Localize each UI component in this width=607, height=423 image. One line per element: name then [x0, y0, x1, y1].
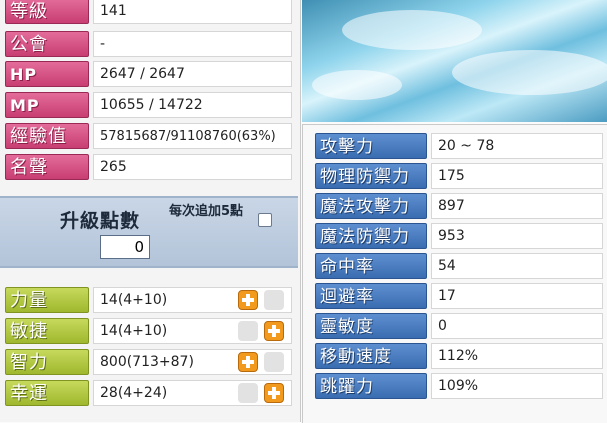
exp-label: 經驗值	[5, 123, 89, 149]
fame-row: 名聲 265	[0, 154, 294, 182]
str-row: 力量 14(4+10)	[0, 287, 294, 315]
attack-row: 攻擊力 20 ~ 78	[311, 133, 603, 161]
level-row: 等級 141	[0, 0, 294, 26]
fame-label: 名聲	[5, 154, 89, 180]
str-value: 14(4+10)	[93, 287, 292, 313]
speed-value: 112%	[431, 343, 603, 369]
level-up-points-value: 0	[100, 235, 150, 259]
guild-row: 公會 -	[0, 31, 294, 59]
guild-value: -	[93, 31, 292, 57]
dex-plus-icon[interactable]	[264, 321, 284, 341]
auto-add-checkbox[interactable]	[258, 213, 272, 227]
mp-label: MP	[5, 92, 89, 118]
agility-row: 靈敏度 0	[311, 313, 603, 341]
magic-def-row: 魔法防禦力 953	[311, 223, 603, 251]
exp-row: 經驗值 57815687/91108760(63%)	[0, 123, 294, 151]
mp-value: 10655 / 14722	[93, 92, 292, 118]
accuracy-row: 命中率 54	[311, 253, 603, 281]
speed-row: 移動速度 112%	[311, 343, 603, 371]
attack-value: 20 ~ 78	[431, 133, 603, 159]
str-plus-icon[interactable]	[238, 290, 258, 310]
exp-value: 57815687/91108760(63%)	[93, 123, 292, 149]
speed-label: 移動速度	[315, 343, 427, 369]
agility-value: 0	[431, 313, 603, 339]
dex-value: 14(4+10)	[93, 318, 292, 344]
accuracy-value: 54	[431, 253, 603, 279]
phys-def-row: 物理防禦力 175	[311, 163, 603, 191]
luk-row: 幸運 28(4+24)	[0, 380, 294, 408]
dex-row: 敏捷 14(4+10)	[0, 318, 294, 346]
hp-label: HP	[5, 61, 89, 87]
avoid-row: 迴避率 17	[311, 283, 603, 311]
int-label: 智力	[5, 349, 89, 375]
int-row: 智力 800(713+87)	[0, 349, 294, 377]
hp-value: 2647 / 2647	[93, 61, 292, 87]
phys-def-label: 物理防禦力	[315, 163, 427, 189]
magic-atk-row: 魔法攻擊力 897	[311, 193, 603, 221]
fame-value: 265	[93, 154, 292, 180]
luk-plus-icon[interactable]	[264, 383, 284, 403]
int-value: 800(713+87)	[93, 349, 292, 375]
combat-stats-panel: 攻擊力 20 ~ 78 物理防禦力 175 魔法攻擊力 897 魔法防禦力 95…	[302, 124, 607, 423]
guild-label: 公會	[5, 31, 89, 57]
dex-slot-empty	[238, 321, 258, 341]
level-up-points-title: 升級點數	[60, 210, 141, 232]
magic-atk-value: 897	[431, 193, 603, 219]
magic-def-value: 953	[431, 223, 603, 249]
level-value: 141	[93, 0, 292, 24]
level-label: 等級	[5, 0, 89, 24]
str-slot-empty	[264, 290, 284, 310]
avoid-label: 迴避率	[315, 283, 427, 309]
jump-label: 跳躍力	[315, 373, 427, 399]
jump-value: 109%	[431, 373, 603, 399]
character-info-panel: 等級 141 公會 - HP 2647 / 2647 MP 10655 / 14…	[0, 0, 301, 422]
accuracy-label: 命中率	[315, 253, 427, 279]
sky-background-image	[302, 0, 607, 122]
str-label: 力量	[5, 287, 89, 313]
auto-add-label: 每次追加5點	[168, 204, 244, 219]
magic-def-label: 魔法防禦力	[315, 223, 427, 249]
jump-row: 跳躍力 109%	[311, 373, 603, 401]
dex-label: 敏捷	[5, 318, 89, 344]
attack-label: 攻擊力	[315, 133, 427, 159]
agility-label: 靈敏度	[315, 313, 427, 339]
luk-value: 28(4+24)	[93, 380, 292, 406]
mp-row: MP 10655 / 14722	[0, 92, 294, 120]
int-slot-empty	[264, 352, 284, 372]
luk-label: 幸運	[5, 380, 89, 406]
phys-def-value: 175	[431, 163, 603, 189]
level-up-points-box: 升級點數 0 每次追加5點	[0, 196, 298, 268]
hp-row: HP 2647 / 2647	[0, 61, 294, 89]
avoid-value: 17	[431, 283, 603, 309]
luk-slot-empty	[238, 383, 258, 403]
int-plus-icon[interactable]	[238, 352, 258, 372]
magic-atk-label: 魔法攻擊力	[315, 193, 427, 219]
